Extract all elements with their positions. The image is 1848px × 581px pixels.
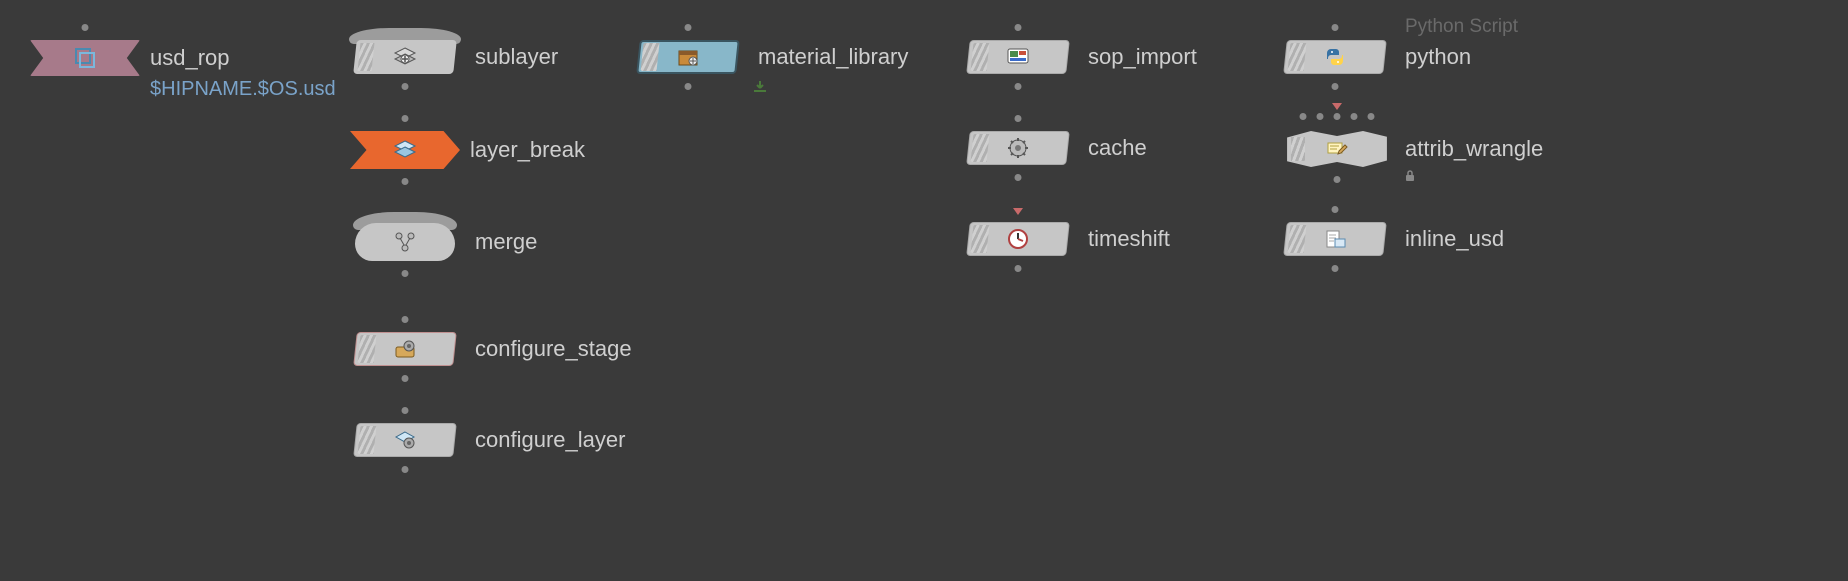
time-dependent-marker-icon — [1332, 103, 1342, 110]
node-inline-usd[interactable]: inline_usd — [1285, 222, 1385, 256]
node-usd-rop[interactable]: usd_rop $HIPNAME.$OS.usd — [30, 40, 140, 76]
input-port[interactable] — [685, 24, 692, 31]
output-port[interactable] — [1015, 265, 1022, 272]
sublayer-icon — [393, 45, 417, 69]
layer-break-icon — [393, 138, 417, 162]
output-port[interactable] — [402, 83, 409, 90]
node-comment: Python Script — [1405, 16, 1518, 38]
input-port[interactable] — [402, 316, 409, 323]
output-port[interactable] — [1015, 174, 1022, 181]
node-material-library[interactable]: material_library — [638, 40, 738, 74]
output-port[interactable] — [402, 466, 409, 473]
gear-icon — [1006, 136, 1030, 160]
usd-rop-icon — [73, 46, 97, 70]
output-port[interactable] — [685, 83, 692, 90]
output-port[interactable] — [402, 178, 409, 185]
clock-icon — [1006, 227, 1030, 251]
node-configure-layer[interactable]: configure_layer — [355, 423, 455, 457]
node-sop-import[interactable]: sop_import — [968, 40, 1068, 74]
output-port[interactable] — [1334, 176, 1341, 183]
inline-usd-icon — [1323, 227, 1347, 251]
node-timeshift[interactable]: timeshift — [968, 222, 1068, 256]
output-port[interactable] — [402, 375, 409, 382]
node-configure-stage[interactable]: configure_stage — [355, 332, 455, 366]
node-label: timeshift — [1088, 226, 1170, 252]
node-label: configure_stage — [475, 336, 632, 362]
node-label: sop_import — [1088, 44, 1197, 70]
input-port[interactable] — [82, 24, 89, 31]
node-cache[interactable]: cache — [968, 131, 1068, 165]
node-label: cache — [1088, 135, 1147, 161]
node-label: layer_break — [470, 137, 585, 163]
output-port[interactable] — [1332, 265, 1339, 272]
node-sublabel: $HIPNAME.$OS.usd — [150, 78, 336, 101]
output-port[interactable] — [402, 270, 409, 277]
node-label: material_library — [758, 44, 908, 70]
node-label: merge — [475, 229, 537, 255]
node-attrib-wrangle[interactable]: attrib_wrangle — [1285, 131, 1389, 167]
input-port[interactable] — [402, 407, 409, 414]
wrangle-icon — [1325, 137, 1349, 161]
input-port[interactable] — [1332, 206, 1339, 213]
node-merge[interactable]: merge — [355, 223, 455, 261]
node-label: sublayer — [475, 44, 558, 70]
node-python[interactable]: Python Script python — [1285, 40, 1385, 74]
configure-layer-icon — [393, 428, 417, 452]
node-label: configure_layer — [475, 427, 625, 453]
merge-icon — [393, 230, 417, 254]
output-port[interactable] — [1015, 83, 1022, 90]
node-label: attrib_wrangle — [1405, 136, 1543, 162]
multi-input-ports[interactable] — [1300, 113, 1375, 120]
python-icon — [1323, 45, 1347, 69]
node-label: inline_usd — [1405, 226, 1504, 252]
configure-stage-icon — [393, 337, 417, 361]
input-port[interactable] — [402, 115, 409, 122]
output-port[interactable] — [1332, 83, 1339, 90]
input-port[interactable] — [1332, 24, 1339, 31]
sop-import-icon — [1006, 45, 1030, 69]
lock-badge-icon — [1403, 169, 1419, 183]
material-library-icon — [676, 45, 700, 69]
time-dependent-marker-icon — [1013, 208, 1023, 215]
input-port[interactable] — [1015, 115, 1022, 122]
node-label: python — [1405, 44, 1471, 70]
node-layer-break[interactable]: layer_break — [350, 131, 460, 169]
node-sublayer[interactable]: sublayer — [355, 40, 455, 74]
node-canvas[interactable]: usd_rop $HIPNAME.$OS.usd sublayer layer_… — [0, 0, 1848, 581]
input-port[interactable] — [1015, 24, 1022, 31]
download-badge-icon — [752, 80, 768, 94]
node-label: usd_rop — [150, 45, 230, 71]
